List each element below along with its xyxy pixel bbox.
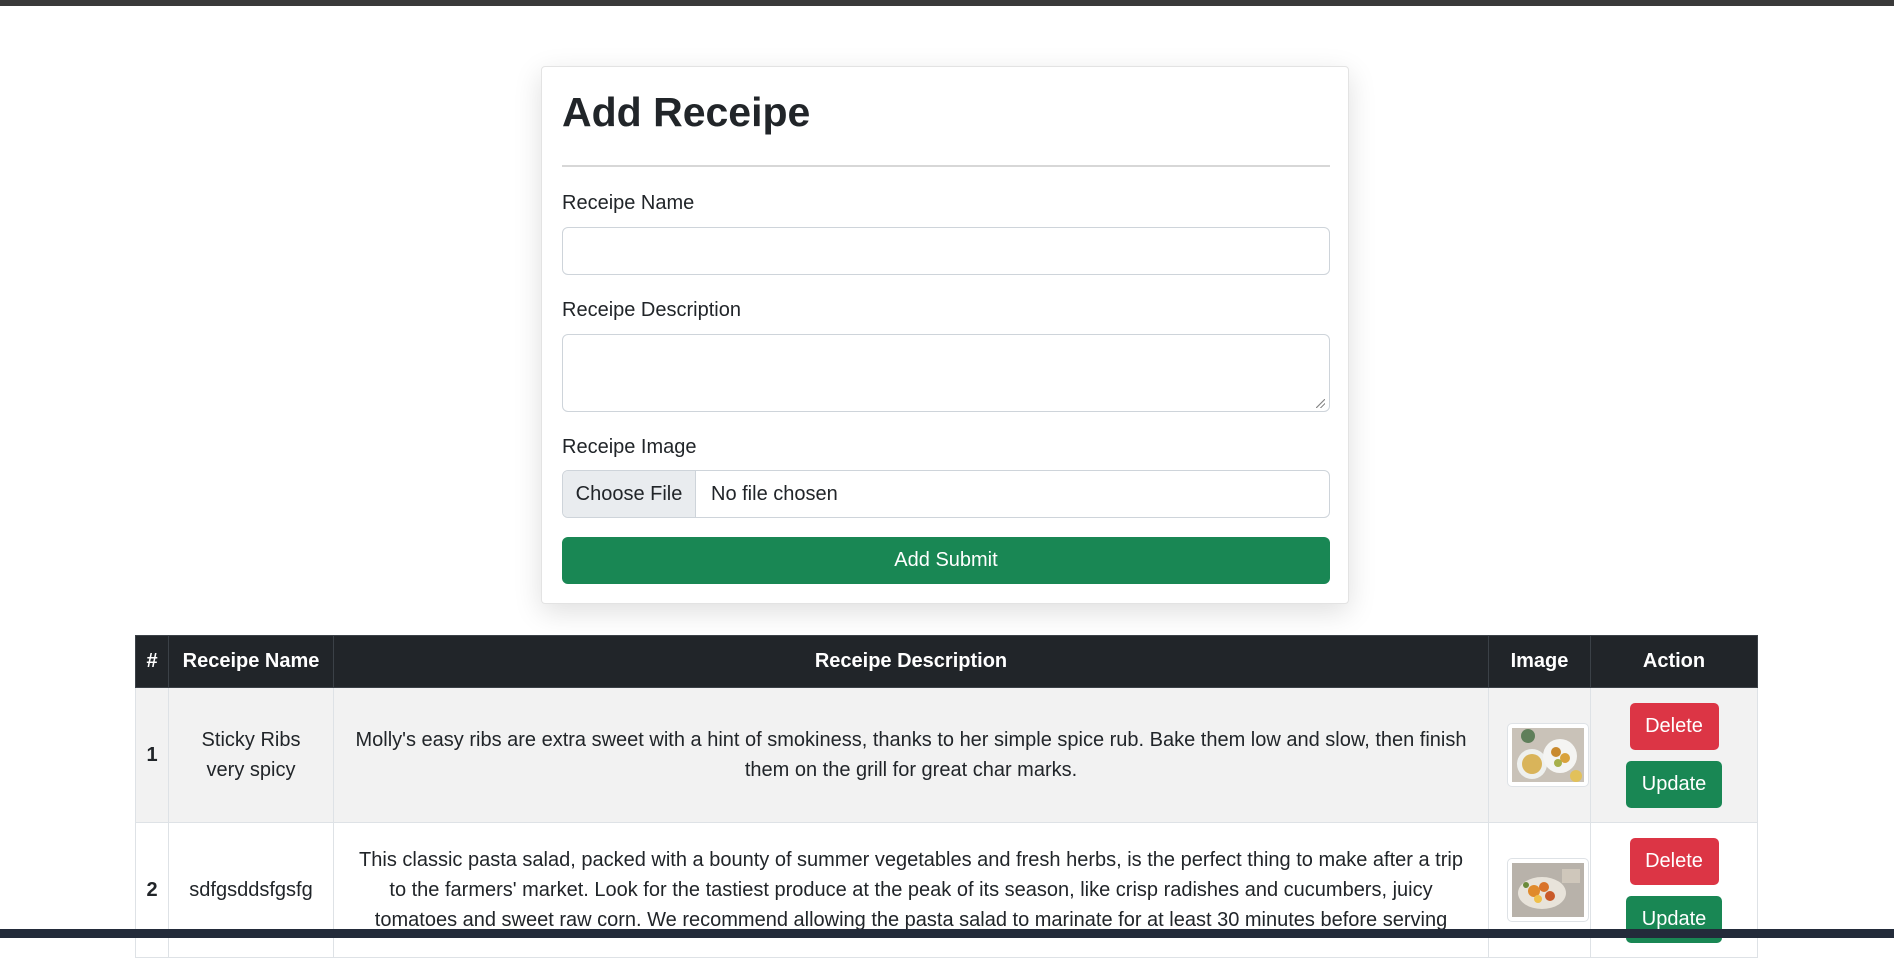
recipe-description-textarea[interactable] [562, 334, 1330, 412]
update-button[interactable]: Update [1626, 760, 1722, 808]
title-divider [562, 165, 1330, 167]
resize-grip-icon[interactable] [1316, 399, 1325, 408]
action-cell: Delete Update [1590, 687, 1758, 823]
add-recipe-card: Add Receipe Receipe Name Receipe Descrip… [541, 66, 1349, 604]
row-number: 1 [135, 687, 169, 823]
column-header-image: Image [1488, 635, 1591, 688]
choose-file-button[interactable]: Choose File [563, 471, 696, 517]
recipe-name-input[interactable] [562, 227, 1330, 275]
column-header-description: Receipe Description [333, 635, 1489, 688]
recipe-image-file-input[interactable]: Choose File No file chosen [562, 470, 1330, 518]
recipe-name-cell: Sticky Ribs very spicy [168, 687, 334, 823]
recipe-image-cell [1488, 687, 1591, 823]
recipe-name-label: Receipe Name [562, 192, 695, 214]
add-submit-button[interactable]: Add Submit [562, 537, 1330, 584]
recipe-thumbnail-image [1507, 858, 1589, 922]
table-header-row: # Receipe Name Receipe Description Image… [135, 635, 1758, 688]
delete-button[interactable]: Delete [1629, 837, 1719, 885]
table-row: 1 Sticky Ribs very spicy Molly's easy ri… [135, 687, 1758, 823]
delete-button[interactable]: Delete [1629, 702, 1719, 750]
form-title: Add Receipe [562, 89, 811, 135]
column-header-number: # [135, 635, 169, 688]
column-header-name: Receipe Name [168, 635, 334, 688]
recipe-thumbnail-image [1507, 723, 1589, 787]
recipe-image-label: Receipe Image [562, 436, 697, 458]
taskbar-edge [0, 929, 1894, 938]
window-top-edge [0, 0, 1894, 6]
file-status-text: No file chosen [711, 482, 838, 505]
column-header-action: Action [1590, 635, 1758, 688]
recipes-table: # Receipe Name Receipe Description Image… [135, 635, 1758, 958]
recipe-description-label: Receipe Description [562, 299, 741, 321]
recipe-description-cell: Molly's easy ribs are extra sweet with a… [333, 687, 1489, 823]
